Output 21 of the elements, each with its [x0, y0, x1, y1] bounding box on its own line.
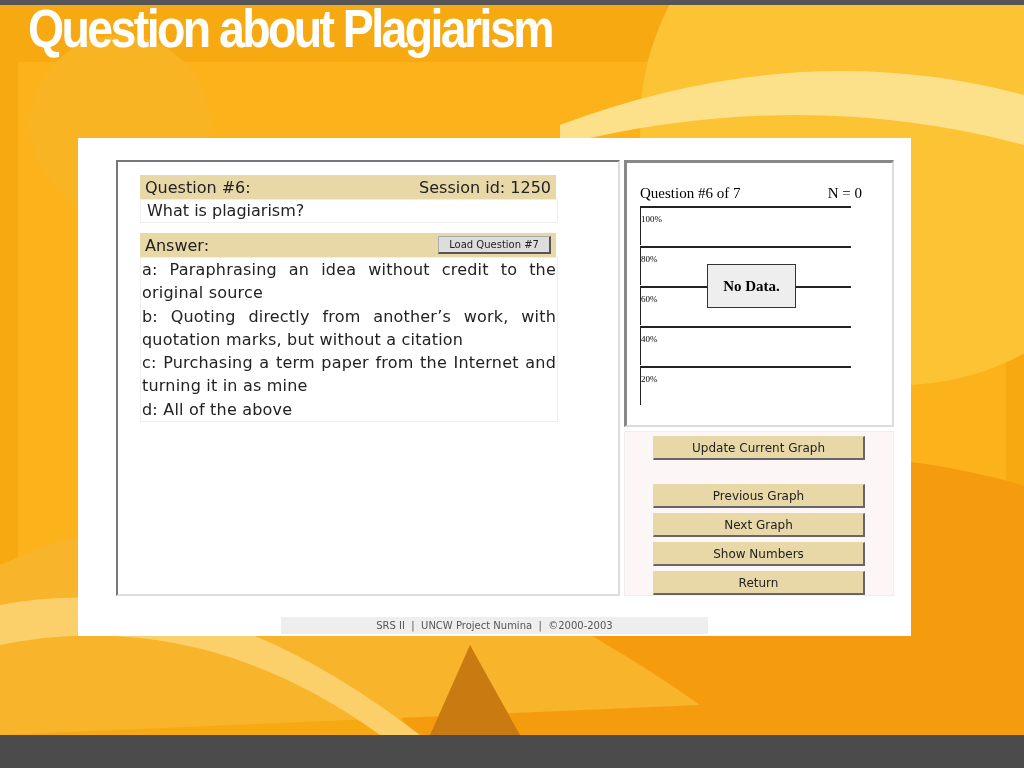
footer: SRS II | UNCW Project Numina | ©2000-2003 — [281, 617, 708, 634]
slide-title: Question about Plagiarism — [28, 5, 553, 59]
response-count: N = 0 — [827, 185, 862, 202]
question-label: Question #6: — [145, 177, 251, 197]
graph-button[interactable]: Previous Graph — [653, 484, 865, 508]
axis-label: 80% — [641, 254, 658, 264]
no-data-message: No Data. — [707, 264, 796, 308]
axis-label: 20% — [641, 374, 658, 384]
axis-label: 100% — [641, 214, 662, 224]
axis-label: 40% — [641, 334, 658, 344]
graph-button[interactable]: Return — [653, 571, 865, 595]
graph-title: Question #6 of 7 — [640, 185, 741, 202]
load-question-button[interactable]: Load Question #7 — [438, 236, 551, 254]
axis-label: 60% — [641, 294, 658, 304]
graph-button[interactable]: Update Current Graph — [653, 436, 865, 460]
answer-option: d: All of the above — [141, 397, 557, 422]
answer-label: Answer: — [145, 235, 210, 255]
graph-button[interactable]: Show Numbers — [653, 542, 865, 566]
session-id: Session id: 1250 — [419, 177, 551, 197]
question-text: What is plagiarism? — [140, 199, 558, 223]
graph-button[interactable]: Next Graph — [653, 513, 865, 537]
